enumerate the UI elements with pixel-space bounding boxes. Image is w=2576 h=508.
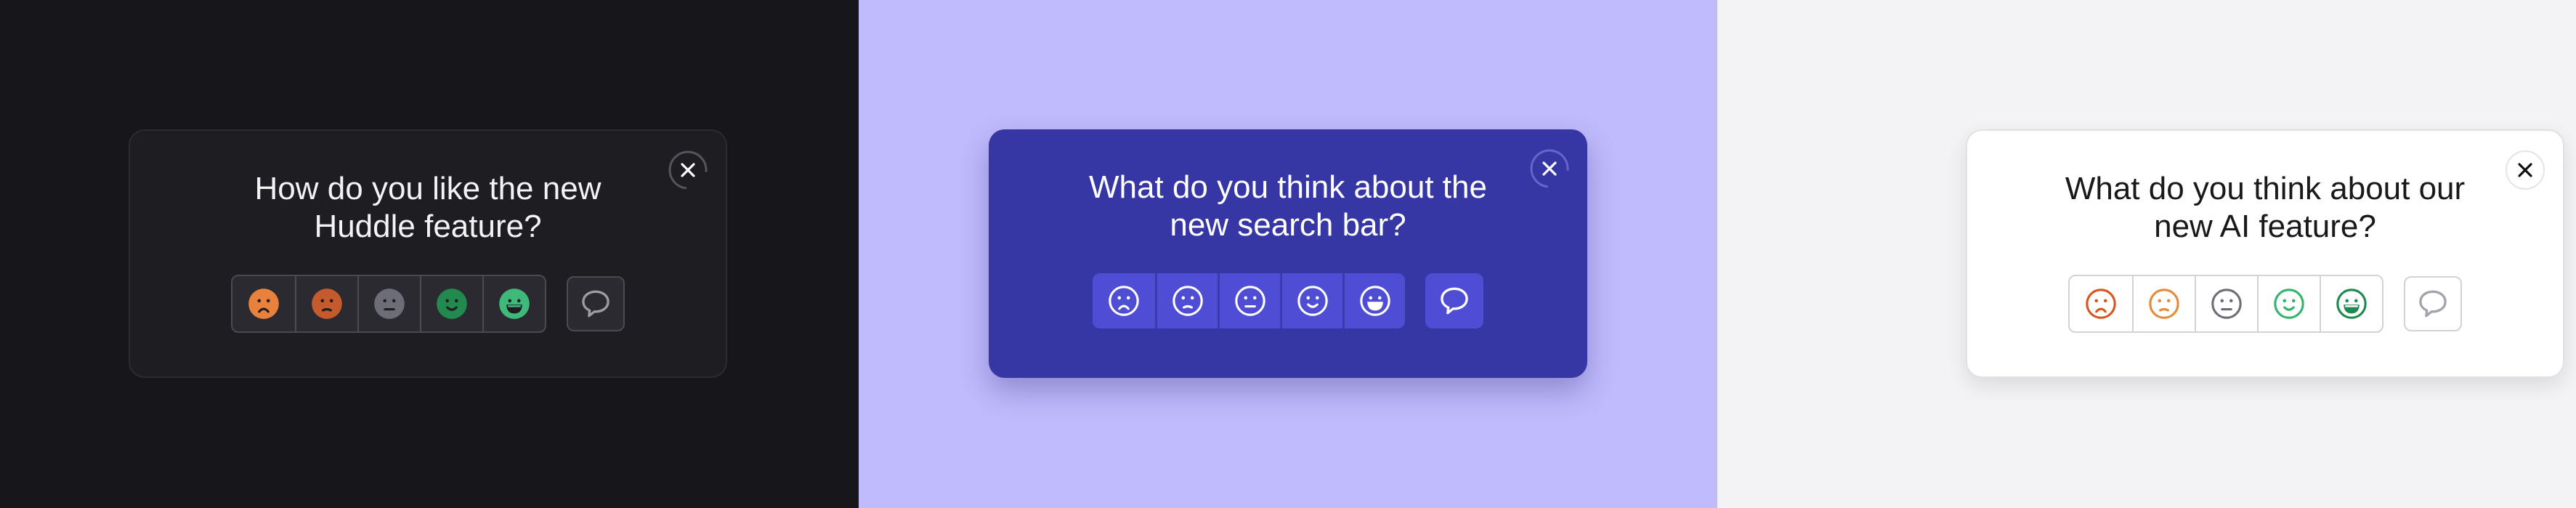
comment-button[interactable] <box>1425 273 1483 328</box>
feedback-card: What do you think about the new search b… <box>989 129 1587 378</box>
satisfied-face-icon <box>2271 286 2307 322</box>
neutral-face-icon <box>1232 283 1268 319</box>
stage: How do you like the new Huddle feature? … <box>0 0 2576 508</box>
rating-group <box>231 275 546 333</box>
feedback-card: How do you like the new Huddle feature? <box>129 129 727 378</box>
close-button[interactable] <box>1528 147 1571 190</box>
question-text: How do you like the new Huddle feature? <box>130 170 726 246</box>
neutral-face-icon <box>371 286 408 322</box>
purple-theme-panel: What do you think about the new search b… <box>859 0 1717 508</box>
rating-button-1[interactable] <box>1093 273 1155 328</box>
rating-group <box>1093 273 1405 328</box>
light-theme-panel: What do you think about our new AI featu… <box>1717 0 2576 508</box>
close-icon <box>1528 147 1571 190</box>
close-icon <box>2503 148 2547 192</box>
rating-group <box>2068 275 2383 333</box>
comment-button[interactable] <box>567 276 625 331</box>
rating-button-4[interactable] <box>2257 276 2320 331</box>
rating-button-3[interactable] <box>357 276 420 331</box>
dissatisfied-face-icon <box>309 286 345 322</box>
rating-button-5[interactable] <box>482 276 545 331</box>
dark-theme-panel: How do you like the new Huddle feature? <box>0 0 859 508</box>
rating-button-5[interactable] <box>1342 273 1405 328</box>
rating-button-2[interactable] <box>295 276 357 331</box>
speech-bubble-icon <box>578 286 614 322</box>
question-text: What do you think about our new AI featu… <box>1967 170 2563 246</box>
close-icon <box>666 148 710 192</box>
question-line-1: What do you think about the <box>1089 169 1487 205</box>
question-line-2: new AI feature? <box>2154 209 2376 244</box>
very-dissatisfied-face-icon <box>1106 283 1142 319</box>
dissatisfied-face-icon <box>1170 283 1206 319</box>
feedback-card: What do you think about our new AI featu… <box>1966 129 2564 378</box>
rating-button-4[interactable] <box>1280 273 1342 328</box>
rating-button-2[interactable] <box>1155 273 1218 328</box>
close-button[interactable] <box>2503 148 2547 192</box>
very-satisfied-face-icon <box>496 286 532 322</box>
question-line-1: How do you like the new <box>254 171 602 206</box>
dissatisfied-face-icon <box>2146 286 2182 322</box>
question-line-2: new search bar? <box>1170 207 1406 243</box>
very-satisfied-face-icon <box>2333 286 2370 322</box>
speech-bubble-icon <box>2415 286 2451 322</box>
speech-bubble-icon <box>1436 283 1473 319</box>
very-dissatisfied-face-icon <box>246 286 282 322</box>
rating-button-1[interactable] <box>2070 276 2132 331</box>
satisfied-face-icon <box>1295 283 1331 319</box>
neutral-face-icon <box>2208 286 2245 322</box>
satisfied-face-icon <box>434 286 470 322</box>
question-line-2: Huddle feature? <box>314 209 542 244</box>
rating-button-4[interactable] <box>420 276 482 331</box>
rating-button-5[interactable] <box>2320 276 2382 331</box>
question-text: What do you think about the new search b… <box>989 169 1587 244</box>
question-line-1: What do you think about our <box>2065 171 2466 206</box>
very-dissatisfied-face-icon <box>2083 286 2119 322</box>
rating-button-1[interactable] <box>232 276 295 331</box>
rating-row <box>130 275 726 333</box>
rating-row <box>989 273 1587 328</box>
rating-row <box>1967 275 2563 333</box>
rating-button-2[interactable] <box>2132 276 2195 331</box>
very-satisfied-face-icon <box>1357 283 1393 319</box>
comment-button[interactable] <box>2404 276 2462 331</box>
rating-button-3[interactable] <box>2195 276 2257 331</box>
close-button[interactable] <box>666 148 710 192</box>
rating-button-3[interactable] <box>1218 273 1280 328</box>
